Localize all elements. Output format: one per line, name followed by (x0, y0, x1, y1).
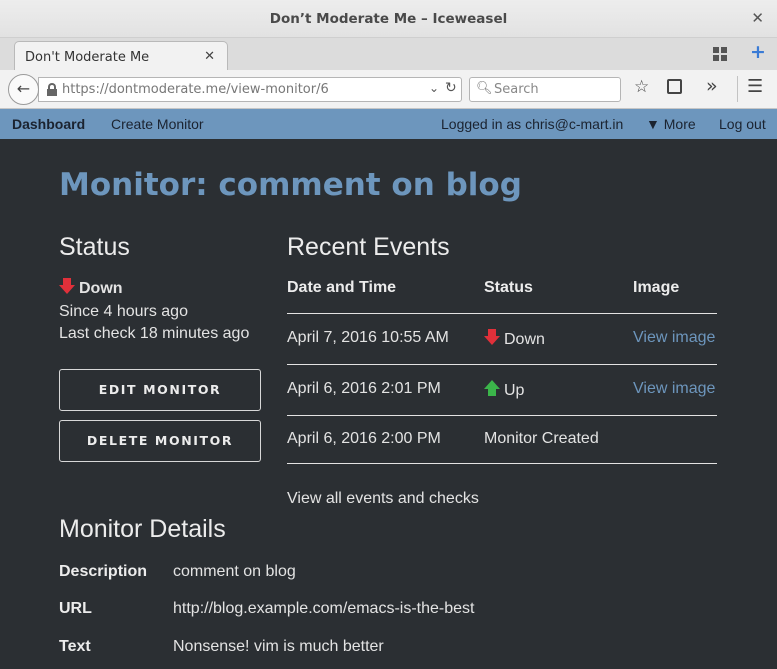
reload-icon[interactable]: ↻ (445, 80, 457, 96)
event-date: April 6, 2016 2:01 PM (287, 380, 441, 397)
table-row: April 6, 2016 2:00 PM Monitor Created (287, 415, 717, 464)
tab-groups-icon[interactable] (713, 47, 727, 61)
nav-dashboard-link[interactable]: Dashboard (12, 116, 85, 132)
url-bar[interactable]: https://dontmoderate.me/view-monitor/6 ⌄… (38, 77, 462, 102)
page-content: Monitor: comment on blog Status Down Sin… (0, 139, 777, 669)
event-date: April 7, 2016 10:55 AM (287, 329, 449, 346)
event-status-label: Up (504, 382, 525, 399)
events-column-date: Date and Time (287, 279, 397, 296)
reader-icon[interactable] (667, 79, 682, 94)
window-title: Don’t Moderate Me – Iceweasel (269, 11, 508, 27)
url-value: http://blog.example.com/emacs-is-the-bes… (173, 600, 475, 617)
url-text[interactable]: https://dontmoderate.me/view-monitor/6 (62, 82, 329, 97)
text-value: Nonsense! vim is much better (173, 638, 384, 655)
overflow-icon[interactable]: » (706, 75, 718, 97)
search-bar[interactable]: 🔍︎ Search (469, 77, 621, 102)
toolbar-divider (737, 76, 738, 102)
view-all-events-link[interactable]: View all events and checks (287, 490, 479, 508)
url-label: URL (59, 600, 92, 617)
events-table: April 7, 2016 10:55 AM Down View image A… (287, 313, 717, 464)
window-titlebar: Don’t Moderate Me – Iceweasel ✕ (0, 0, 777, 38)
status-heading: Status (59, 233, 130, 261)
table-row: April 6, 2016 2:01 PM Up View image (287, 364, 717, 415)
recent-events-heading: Recent Events (287, 233, 450, 261)
lock-icon (47, 83, 57, 96)
event-status-label: Down (504, 331, 545, 348)
event-status: Up (484, 380, 524, 400)
url-dropdown-icon[interactable]: ⌄ (429, 81, 439, 95)
star-icon[interactable]: ☆ (634, 77, 649, 97)
tab-active[interactable]: Don't Moderate Me ✕ (14, 41, 228, 71)
delete-monitor-button[interactable]: DELETE MONITOR (59, 420, 261, 462)
up-arrow-icon (484, 380, 500, 396)
tab-strip: Don't Moderate Me ✕ + (0, 38, 777, 71)
site-header: Dashboard Create Monitor Logged in as ch… (0, 109, 777, 139)
tab-close-icon[interactable]: ✕ (204, 49, 215, 64)
status-since: Since 4 hours ago (59, 303, 188, 320)
url-scheme-host: https://dontmoderate.me (62, 82, 227, 97)
view-image-link[interactable]: View image (633, 329, 715, 347)
events-column-image: Image (633, 279, 680, 296)
down-arrow-icon (484, 329, 500, 345)
nav-create-monitor-link[interactable]: Create Monitor (111, 116, 204, 132)
url-path: /view-monitor/6 (226, 82, 329, 97)
monitor-details-heading: Monitor Details (59, 515, 226, 543)
nav-more-menu[interactable]: ▼ More (646, 116, 696, 132)
navigation-bar: https://dontmoderate.me/view-monitor/6 ⌄… (0, 70, 777, 109)
page-title: Monitor: comment on blog (59, 167, 522, 203)
back-icon: ← (16, 79, 31, 98)
search-placeholder: Search (494, 82, 539, 97)
event-status-label: Monitor Created (484, 430, 599, 447)
description-label: Description (59, 563, 148, 580)
down-arrow-icon (59, 278, 75, 294)
status-state: Down (79, 280, 123, 297)
window-close-icon[interactable]: ✕ (751, 9, 764, 27)
table-row: April 7, 2016 10:55 AM Down View image (287, 313, 717, 364)
search-icon: 🔍︎ (476, 81, 493, 96)
status-last-check: Last check 18 minutes ago (59, 325, 250, 342)
menu-icon[interactable]: ☰ (747, 78, 763, 96)
description-value: comment on blog (173, 563, 296, 580)
events-column-status: Status (484, 279, 533, 296)
nav-logout-link[interactable]: Log out (719, 116, 766, 132)
event-date: April 6, 2016 2:00 PM (287, 430, 441, 447)
edit-monitor-button[interactable]: EDIT MONITOR (59, 369, 261, 411)
view-image-link[interactable]: View image (633, 380, 715, 398)
back-button[interactable]: ← (8, 74, 39, 105)
logged-in-user: Logged in as chris@c-mart.in (441, 116, 624, 132)
tab-label: Don't Moderate Me (25, 50, 150, 65)
text-label: Text (59, 638, 91, 655)
new-tab-icon[interactable]: + (750, 41, 766, 63)
status-current: Down (59, 278, 123, 298)
event-status: Down (484, 329, 545, 349)
